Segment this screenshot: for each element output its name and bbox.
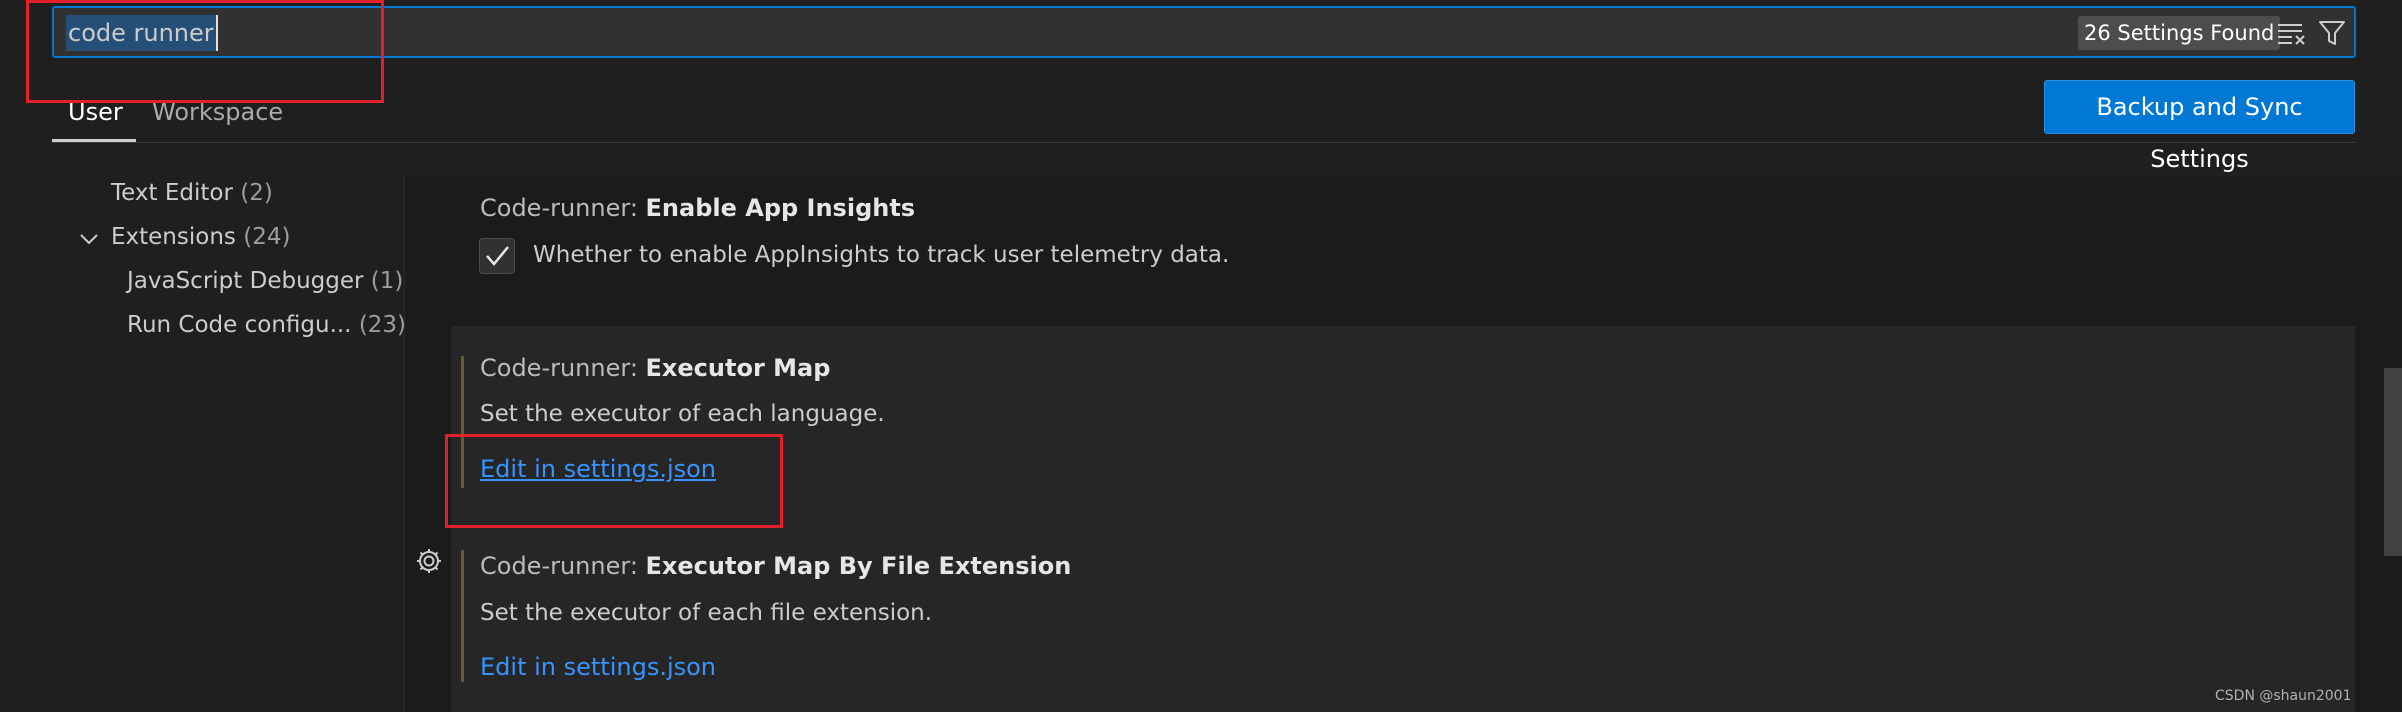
scrollbar-thumb[interactable]: [2384, 368, 2402, 556]
toc-item-text-editor[interactable]: Text Editor (2): [111, 180, 273, 206]
filter-icon[interactable]: [2317, 18, 2347, 48]
toc-label: Run Code configu...: [127, 312, 352, 338]
results-count-badge: 26 Settings Found: [2078, 16, 2281, 50]
modified-indicator: [461, 550, 464, 682]
setting-description: Set the executor of each language.: [480, 401, 885, 427]
settings-editor: code runner 26 Settings Found User Works…: [0, 0, 2402, 712]
setting-title-executor-map: Code-runner: Executor Map: [480, 354, 831, 382]
backup-sync-button[interactable]: Backup and Sync Settings: [2044, 80, 2355, 173]
sash-divider[interactable]: [404, 176, 405, 712]
toc-label: Text Editor: [111, 180, 233, 206]
tabs-divider: [52, 142, 2356, 143]
watermark: CSDN @shaun2001: [2215, 688, 2352, 704]
setting-title-enable-app-insights: Code-runner: Enable App Insights: [480, 194, 916, 222]
toc-count: (23): [358, 312, 407, 338]
enable-app-insights-checkbox[interactable]: [479, 238, 515, 274]
chevron-down-icon[interactable]: [78, 228, 100, 250]
annotation-box-search: [26, 0, 384, 103]
toc-item-run-code-configuration[interactable]: Run Code configu... (23): [127, 312, 406, 338]
setting-description: Set the executor of each file extension.: [480, 600, 933, 626]
toc-label: Extensions: [111, 224, 236, 250]
toc-count: (2): [240, 180, 273, 206]
toc-count: (24): [243, 224, 291, 250]
toc-item-javascript-debugger[interactable]: JavaScript Debugger (1): [127, 268, 403, 294]
edit-in-settings-json-link[interactable]: Edit in settings.json: [480, 653, 716, 681]
checkbox-label: Whether to enable AppInsights to track u…: [533, 242, 1230, 268]
gear-icon[interactable]: [414, 546, 444, 576]
toc-label: JavaScript Debugger: [127, 268, 364, 294]
annotation-box-edit-link: [445, 434, 783, 528]
check-icon: [486, 246, 509, 266]
setting-title-executor-map-by-file-extension: Code-runner: Executor Map By File Extens…: [480, 552, 1072, 580]
toc-item-extensions[interactable]: Extensions (24): [111, 224, 290, 250]
settings-search-box[interactable]: code runner 26 Settings Found: [52, 6, 2356, 58]
toc-count: (1): [370, 268, 404, 294]
clear-filter-icon[interactable]: [2276, 20, 2308, 46]
